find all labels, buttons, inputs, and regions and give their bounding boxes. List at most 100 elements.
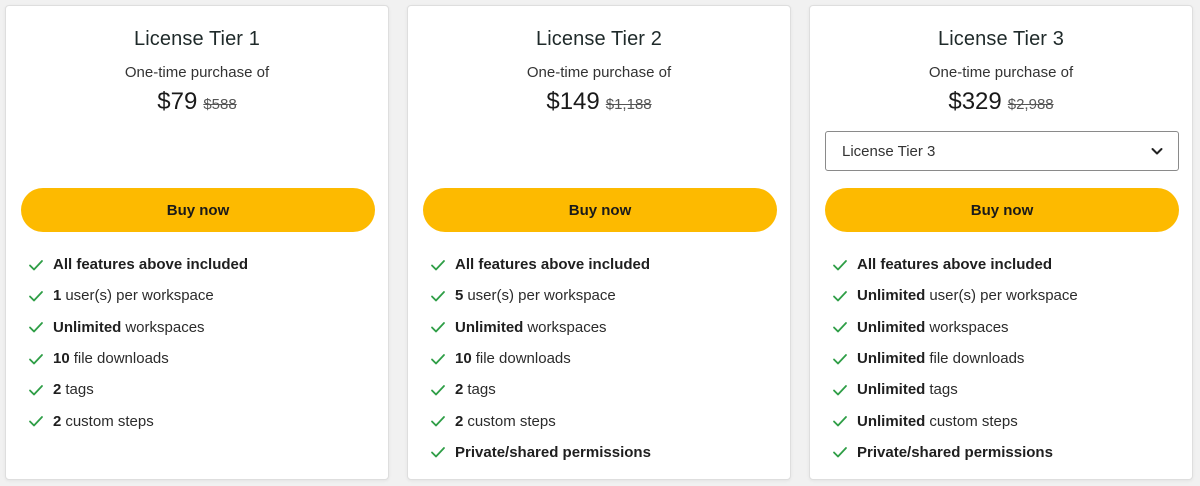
feature-value: 2 [53, 381, 62, 399]
feature-item: Unlimited workspaces [430, 312, 780, 343]
pricing-card-tier-3: License Tier 3 One-time purchase of $329… [809, 5, 1193, 480]
feature-value: Unlimited [857, 381, 926, 399]
feature-text: workspaces [929, 318, 1009, 336]
current-price: $329 [948, 88, 1002, 115]
check-icon [431, 384, 445, 396]
check-icon [833, 291, 847, 302]
feature-value: Private/shared permissions [857, 443, 1053, 461]
feature-item: All features above included [832, 249, 1182, 280]
feature-item: Unlimited tags [832, 374, 1182, 405]
check-icon [431, 322, 445, 333]
feature-text: workspaces [125, 318, 205, 336]
feature-text: tags [929, 381, 958, 399]
feature-item: 5 user(s) per workspace [430, 280, 780, 311]
tier-title: License Tier 3 [938, 28, 1064, 50]
tier-select-value: License Tier 3 [842, 142, 936, 160]
feature-value: Private/shared permissions [455, 443, 651, 461]
feature-item: 10 file downloads [28, 343, 378, 374]
feature-item: Unlimited file downloads [832, 343, 1182, 374]
feature-text: user(s) per workspace [65, 287, 214, 305]
feature-value: 10 [53, 350, 70, 368]
feature-value: All features above included [53, 256, 249, 274]
pricing-card-tier-1: License Tier 1 One-time purchase of $79 $… [5, 5, 389, 480]
check-icon [29, 322, 43, 333]
feature-item: Unlimited custom steps [832, 405, 1182, 436]
check-icon [29, 259, 43, 271]
feature-item: Unlimited user(s) per workspace [832, 280, 1182, 311]
feature-item: Unlimited workspaces [832, 312, 1182, 343]
feature-text: tags [467, 381, 496, 399]
check-icon [29, 416, 43, 427]
feature-item: 2 tags [28, 374, 378, 405]
check-icon [833, 353, 847, 364]
purchase-label: One-time purchase of [526, 64, 672, 81]
feature-item: 10 file downloads [430, 343, 780, 374]
feature-item: All features above included [430, 249, 780, 280]
check-icon [431, 447, 445, 458]
tier-title: License Tier 1 [134, 28, 260, 50]
feature-text: file downloads [475, 350, 571, 368]
check-icon [833, 416, 847, 427]
buy-now-button[interactable]: Buy now [21, 188, 375, 232]
feature-list: All features above included 1 user(s) per … [28, 249, 378, 437]
pricing-card-tier-2: License Tier 2 One-time purchase of $149… [407, 5, 791, 480]
tier-select-dropdown[interactable]: License Tier 3 [825, 131, 1179, 171]
check-icon [29, 353, 43, 364]
check-icon [29, 384, 43, 396]
chevron-down-icon [1151, 148, 1163, 155]
feature-value: Unlimited [53, 318, 122, 336]
feature-value: 5 [455, 287, 464, 305]
check-icon [29, 291, 43, 302]
tier-title: License Tier 2 [536, 28, 662, 50]
feature-value: Unlimited [857, 350, 926, 368]
feature-item: All features above included [28, 249, 378, 280]
feature-text: custom steps [65, 412, 154, 430]
original-price: $1,188 [605, 96, 652, 113]
feature-value: 2 [455, 412, 464, 430]
buy-now-button[interactable]: Buy now [825, 188, 1179, 232]
feature-text: custom steps [467, 412, 556, 430]
feature-text: custom steps [929, 412, 1018, 430]
feature-text: file downloads [73, 350, 169, 368]
price-row: $329 $2,988 [810, 88, 1192, 116]
check-icon [431, 291, 445, 302]
current-price: $79 [157, 88, 198, 115]
check-icon [833, 322, 847, 333]
pricing-cards: License Tier 1 One-time purchase of $79 $… [0, 0, 1200, 486]
feature-value: All features above included [857, 256, 1053, 274]
feature-item: Unlimited workspaces [28, 312, 378, 343]
feature-item: 2 custom steps [28, 405, 378, 436]
feature-value: All features above included [455, 256, 651, 274]
check-icon [431, 353, 445, 364]
feature-value: 10 [455, 350, 472, 368]
feature-value: Unlimited [455, 318, 524, 336]
feature-text: file downloads [929, 350, 1025, 368]
check-icon [833, 259, 847, 271]
feature-value: 2 [455, 381, 464, 399]
feature-value: 2 [53, 412, 62, 430]
buy-now-button[interactable]: Buy now [423, 188, 777, 232]
feature-item: 2 tags [430, 374, 780, 405]
original-price: $2,988 [1007, 96, 1054, 113]
purchase-label: One-time purchase of [928, 64, 1074, 81]
feature-item: 1 user(s) per workspace [28, 280, 378, 311]
price-row: $149 $1,188 [408, 88, 790, 116]
feature-value: Unlimited [857, 318, 926, 336]
feature-value: 1 [53, 287, 62, 305]
feature-item: 2 custom steps [430, 405, 780, 436]
check-icon [431, 416, 445, 427]
feature-item: Private/shared permissions [832, 437, 1182, 468]
feature-value: Unlimited [857, 412, 926, 430]
feature-text: user(s) per workspace [929, 287, 1078, 305]
original-price: $588 [203, 96, 237, 113]
current-price: $149 [546, 88, 600, 115]
check-icon [833, 384, 847, 396]
feature-item: Private/shared permissions [430, 437, 780, 468]
feature-text: tags [65, 381, 94, 399]
feature-list: All features above included 5 user(s) per … [430, 249, 780, 468]
feature-list: All features above included Unlimited user… [832, 249, 1182, 468]
feature-text: workspaces [527, 318, 607, 336]
feature-value: Unlimited [857, 287, 926, 305]
price-row: $79 $588 [6, 88, 388, 116]
check-icon [431, 259, 445, 271]
